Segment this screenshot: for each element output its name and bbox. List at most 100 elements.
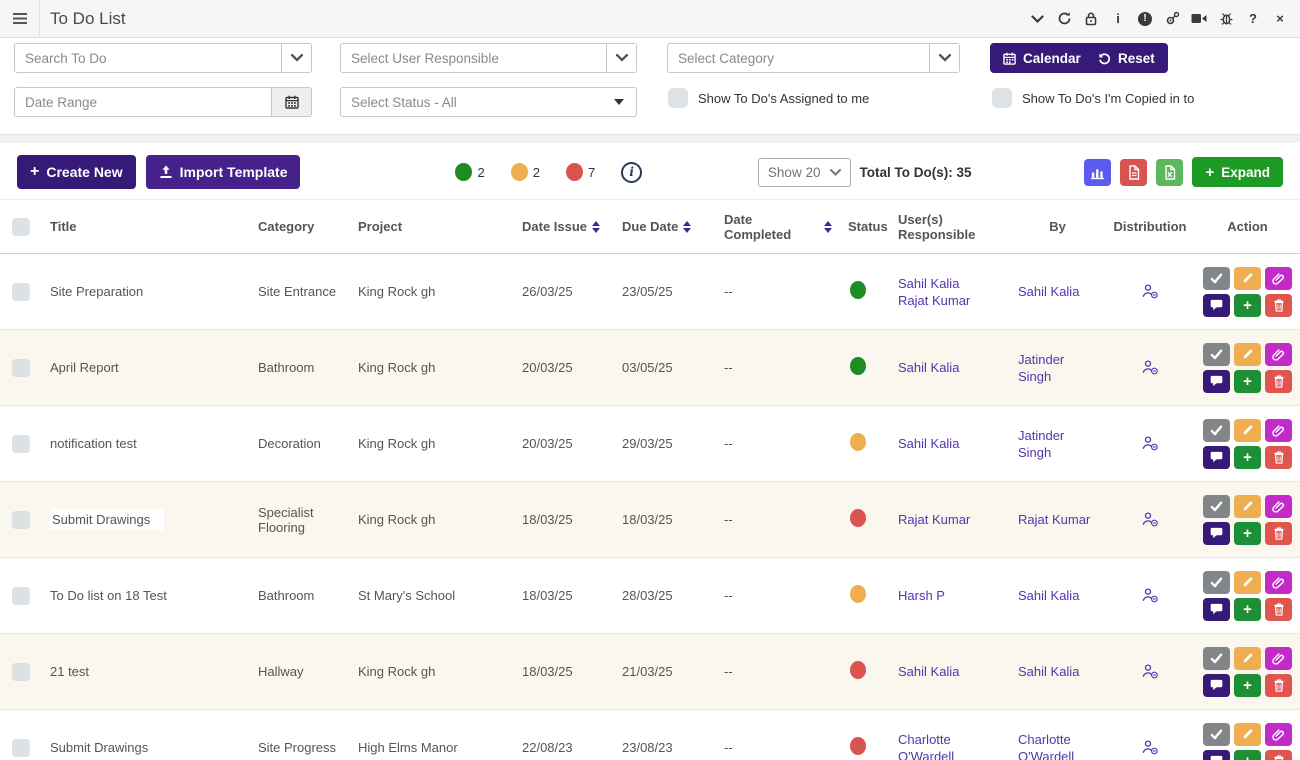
todo-by-link[interactable]: Sahil Kalia <box>1018 663 1097 680</box>
show-count-select[interactable]: Show 20 <box>758 158 852 187</box>
close-icon[interactable]: × <box>1272 11 1288 27</box>
comment-button[interactable] <box>1203 598 1230 621</box>
distribution-user-icon[interactable] <box>1141 283 1159 300</box>
todo-responsible-link[interactable]: Sahil Kalia <box>898 663 1002 680</box>
row-checkbox[interactable] <box>12 435 30 453</box>
delete-button[interactable] <box>1265 674 1292 697</box>
delete-button[interactable] <box>1265 750 1292 760</box>
edit-button[interactable] <box>1234 571 1261 594</box>
attachment-button[interactable] <box>1265 495 1292 518</box>
user-responsible-select[interactable]: Select User Responsible <box>340 43 637 73</box>
complete-button[interactable] <box>1203 571 1230 594</box>
add-button[interactable]: + <box>1234 294 1261 317</box>
todo-responsible-link[interactable]: Sahil Kalia <box>898 435 1002 452</box>
date-range-calendar-button[interactable] <box>271 88 311 116</box>
complete-button[interactable] <box>1203 723 1230 746</box>
refresh-icon[interactable] <box>1056 11 1072 27</box>
delete-button[interactable] <box>1265 598 1292 621</box>
add-button[interactable]: + <box>1234 750 1261 760</box>
comment-button[interactable] <box>1203 522 1230 545</box>
comment-button[interactable] <box>1203 294 1230 317</box>
alert-icon[interactable]: ! <box>1137 11 1153 27</box>
col-date-issue-sort[interactable]: Date Issue <box>510 219 610 234</box>
col-due-date-sort[interactable]: Due Date <box>610 219 710 234</box>
edit-button[interactable] <box>1234 647 1261 670</box>
comment-button[interactable] <box>1203 750 1230 760</box>
distribution-user-icon[interactable] <box>1141 435 1159 452</box>
copied-in-checkbox-row[interactable]: Show To Do's I'm Copied in to <box>992 88 1194 108</box>
category-select[interactable]: Select Category <box>667 43 960 73</box>
search-input[interactable] <box>15 44 281 72</box>
select-all-checkbox[interactable] <box>12 218 30 236</box>
distribution-user-icon[interactable] <box>1141 663 1159 680</box>
distribution-user-icon[interactable] <box>1141 739 1159 756</box>
video-camera-icon[interactable] <box>1191 11 1207 27</box>
row-checkbox[interactable] <box>12 359 30 377</box>
row-checkbox[interactable] <box>12 283 30 301</box>
complete-button[interactable] <box>1203 267 1230 290</box>
expand-button[interactable]: + Expand <box>1192 157 1283 187</box>
export-excel-button[interactable] <box>1156 159 1183 186</box>
attachment-button[interactable] <box>1265 343 1292 366</box>
edit-button[interactable] <box>1234 267 1261 290</box>
add-button[interactable]: + <box>1234 446 1261 469</box>
row-checkbox[interactable] <box>12 511 30 529</box>
todo-by-link[interactable]: Sahil Kalia <box>1018 587 1097 604</box>
comment-button[interactable] <box>1203 674 1230 697</box>
edit-button[interactable] <box>1234 419 1261 442</box>
status-select[interactable]: Select Status - All <box>340 87 637 117</box>
delete-button[interactable] <box>1265 294 1292 317</box>
attachment-button[interactable] <box>1265 647 1292 670</box>
legend-info-icon[interactable]: i <box>621 162 642 183</box>
edit-button[interactable] <box>1234 723 1261 746</box>
todo-by-link[interactable]: Sahil Kalia <box>1018 283 1097 300</box>
todo-responsible-link[interactable]: Rajat Kumar <box>898 511 1002 528</box>
distribution-user-icon[interactable] <box>1141 587 1159 604</box>
bug-icon[interactable] <box>1218 11 1234 27</box>
todo-by-link[interactable]: Jatinder Singh <box>1018 351 1097 385</box>
complete-button[interactable] <box>1203 343 1230 366</box>
todo-responsible-link[interactable]: Charlotte O'Wardell <box>898 731 1002 760</box>
export-pdf-button[interactable] <box>1120 159 1147 186</box>
user-responsible-chevron[interactable] <box>606 44 636 72</box>
add-button[interactable]: + <box>1234 598 1261 621</box>
info-icon[interactable]: i <box>1110 11 1126 27</box>
row-checkbox[interactable] <box>12 587 30 605</box>
copied-in-checkbox[interactable] <box>992 88 1012 108</box>
calendar-button[interactable]: Calendar <box>990 43 1094 73</box>
todo-responsible-link[interactable]: Rajat Kumar <box>898 292 1002 309</box>
import-template-button[interactable]: Import Template <box>146 155 301 189</box>
col-date-completed-sort[interactable]: Date Completed <box>710 212 840 242</box>
row-checkbox[interactable] <box>12 663 30 681</box>
add-button[interactable]: + <box>1234 370 1261 393</box>
help-icon[interactable]: ? <box>1245 11 1261 27</box>
attachment-button[interactable] <box>1265 723 1292 746</box>
todo-responsible-link[interactable]: Sahil Kalia <box>898 275 1002 292</box>
row-checkbox[interactable] <box>12 739 30 757</box>
distribution-user-icon[interactable] <box>1141 359 1159 376</box>
todo-responsible-link[interactable]: Harsh P <box>898 587 1002 604</box>
comment-button[interactable] <box>1203 446 1230 469</box>
delete-button[interactable] <box>1265 370 1292 393</box>
date-range-input[interactable] <box>15 88 271 116</box>
create-new-button[interactable]: + Create New <box>17 155 136 189</box>
assigned-to-me-checkbox-row[interactable]: Show To Do's Assigned to me <box>668 88 869 108</box>
menu-button[interactable] <box>0 0 40 38</box>
complete-button[interactable] <box>1203 495 1230 518</box>
add-button[interactable]: + <box>1234 522 1261 545</box>
todo-by-link[interactable]: Rajat Kumar <box>1018 511 1097 528</box>
assigned-to-me-checkbox[interactable] <box>668 88 688 108</box>
edit-button[interactable] <box>1234 495 1261 518</box>
distribution-user-icon[interactable] <box>1141 511 1159 528</box>
attachment-button[interactable] <box>1265 571 1292 594</box>
category-chevron[interactable] <box>929 44 959 72</box>
attachment-button[interactable] <box>1265 419 1292 442</box>
complete-button[interactable] <box>1203 647 1230 670</box>
chart-view-button[interactable] <box>1084 159 1111 186</box>
settings-icon[interactable] <box>1164 11 1180 27</box>
chevron-down-icon[interactable] <box>1029 11 1045 27</box>
attachment-button[interactable] <box>1265 267 1292 290</box>
delete-button[interactable] <box>1265 446 1292 469</box>
complete-button[interactable] <box>1203 419 1230 442</box>
add-button[interactable]: + <box>1234 674 1261 697</box>
